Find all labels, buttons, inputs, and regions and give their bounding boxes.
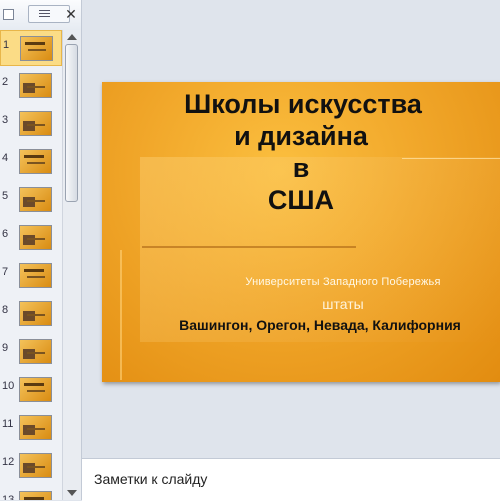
slide-thumbnail[interactable]: 5: [0, 182, 62, 218]
subtitle-universities[interactable]: Университеты Западного Побережья: [193, 276, 493, 288]
thumbnail-content: [27, 124, 45, 126]
title-line: Школы искусства: [184, 89, 422, 119]
thumbnail-content: [23, 425, 35, 435]
thumbnail-content: [27, 466, 45, 468]
thumbnail-content: [24, 155, 44, 158]
thumbnail-content: [25, 42, 45, 45]
thumbnail-content: [24, 269, 44, 272]
scroll-up-icon[interactable]: [67, 34, 77, 40]
thumbnail-content: [27, 162, 45, 164]
thumbnail-content: [23, 311, 35, 321]
subtitle-state-list[interactable]: Вашингон, Орегон, Невада, Калифорния: [140, 317, 500, 333]
slide-thumbnail[interactable]: 2: [0, 68, 62, 104]
slide-number: 10: [2, 380, 15, 392]
thumbnail-content: [27, 352, 45, 354]
slide-thumbnail-image: [19, 149, 52, 174]
slide-thumbnail[interactable]: 3: [0, 106, 62, 142]
slide-thumbnail-image: [19, 415, 52, 440]
slide-thumbnail[interactable]: 13: [0, 486, 62, 500]
slide-thumbnail[interactable]: 11: [0, 410, 62, 446]
thumbnail-content: [23, 83, 35, 93]
thumbnail-content: [23, 197, 35, 207]
outline-icon: [39, 10, 50, 18]
slide-thumbnail-image: [19, 187, 52, 212]
slide-title[interactable]: Школы искусства и дизайна в США: [102, 88, 500, 216]
slide-thumbnail-image: [19, 491, 52, 500]
thumbnail-content: [27, 238, 45, 240]
slide-thumbnail-image: [19, 73, 52, 98]
scroll-thumb[interactable]: [65, 44, 78, 202]
notes-placeholder[interactable]: Заметки к слайду: [94, 471, 207, 487]
slide-canvas[interactable]: Школы искусства и дизайна в США Универси…: [102, 82, 500, 382]
thumbnail-content: [23, 349, 35, 359]
thumbnail-content: [27, 200, 45, 202]
slide-number: 7: [2, 266, 9, 278]
slide-number: 12: [2, 456, 15, 468]
slide-number: 1: [3, 39, 10, 51]
slide-thumbnail[interactable]: 8: [0, 296, 62, 332]
title-line: в: [292, 153, 310, 183]
slide-number: 13: [2, 494, 15, 500]
thumbnail-content: [27, 390, 45, 392]
slide-thumbnail[interactable]: 6: [0, 220, 62, 256]
slide-thumbnail-image: [19, 339, 52, 364]
slides-tab-icon[interactable]: [3, 9, 14, 20]
slide-number: 2: [2, 76, 9, 88]
slide-thumbnail-image: [19, 377, 52, 402]
thumbnail-content: [23, 463, 35, 473]
slide-thumbnail-image: [19, 263, 52, 288]
slide-number: 4: [2, 152, 9, 164]
slide-number: 5: [2, 190, 9, 202]
thumbnail-content: [23, 235, 35, 245]
slide-editor: Школы искусства и дизайна в США Универси…: [82, 0, 500, 458]
subtitle-states[interactable]: штаты: [193, 296, 493, 312]
pane-header: ✕: [0, 0, 81, 31]
title-line: и дизайна: [234, 121, 368, 151]
thumbnail-content: [28, 49, 46, 51]
slide-thumbnail[interactable]: 7: [0, 258, 62, 294]
thumbnail-content: [27, 428, 45, 430]
slide-thumbnail[interactable]: 9: [0, 334, 62, 370]
thumbnail-content: [27, 86, 45, 88]
slide-number: 9: [2, 342, 9, 354]
slide-thumbnail-image: [19, 453, 52, 478]
slide-number: 8: [2, 304, 9, 316]
slide-number: 6: [2, 228, 9, 240]
notes-pane[interactable]: Заметки к слайду: [82, 458, 500, 501]
slide-thumbnail-image: [19, 111, 52, 136]
title-line: США: [267, 185, 335, 215]
slide-thumbnail-image: [20, 36, 53, 61]
thumbnail-content: [27, 276, 45, 278]
scroll-down-icon[interactable]: [67, 490, 77, 496]
slide-thumbnail[interactable]: 10: [0, 372, 62, 408]
thumbnail-content: [24, 383, 44, 386]
slide-number: 3: [2, 114, 9, 126]
slide-thumbnail[interactable]: 12: [0, 448, 62, 484]
thumbnail-scrollbar[interactable]: [62, 30, 81, 500]
slide-number: 11: [2, 418, 14, 430]
slide-thumbnail[interactable]: 4: [0, 144, 62, 180]
thumbnail-content: [23, 121, 35, 131]
slide-thumbnail-image: [19, 301, 52, 326]
decorative-line: [142, 246, 356, 248]
slide-thumbnail-image: [19, 225, 52, 250]
slides-pane: ✕ 1 2 3 4 5 6 7 8 9 10 11 12 13: [0, 0, 82, 500]
thumbnail-list: 1 2 3 4 5 6 7 8 9 10 11 12 13: [0, 30, 62, 500]
thumbnail-content: [27, 314, 45, 316]
decorative-line: [120, 250, 122, 380]
slide-thumbnail[interactable]: 1: [0, 30, 62, 66]
close-pane-icon[interactable]: ✕: [64, 7, 78, 21]
